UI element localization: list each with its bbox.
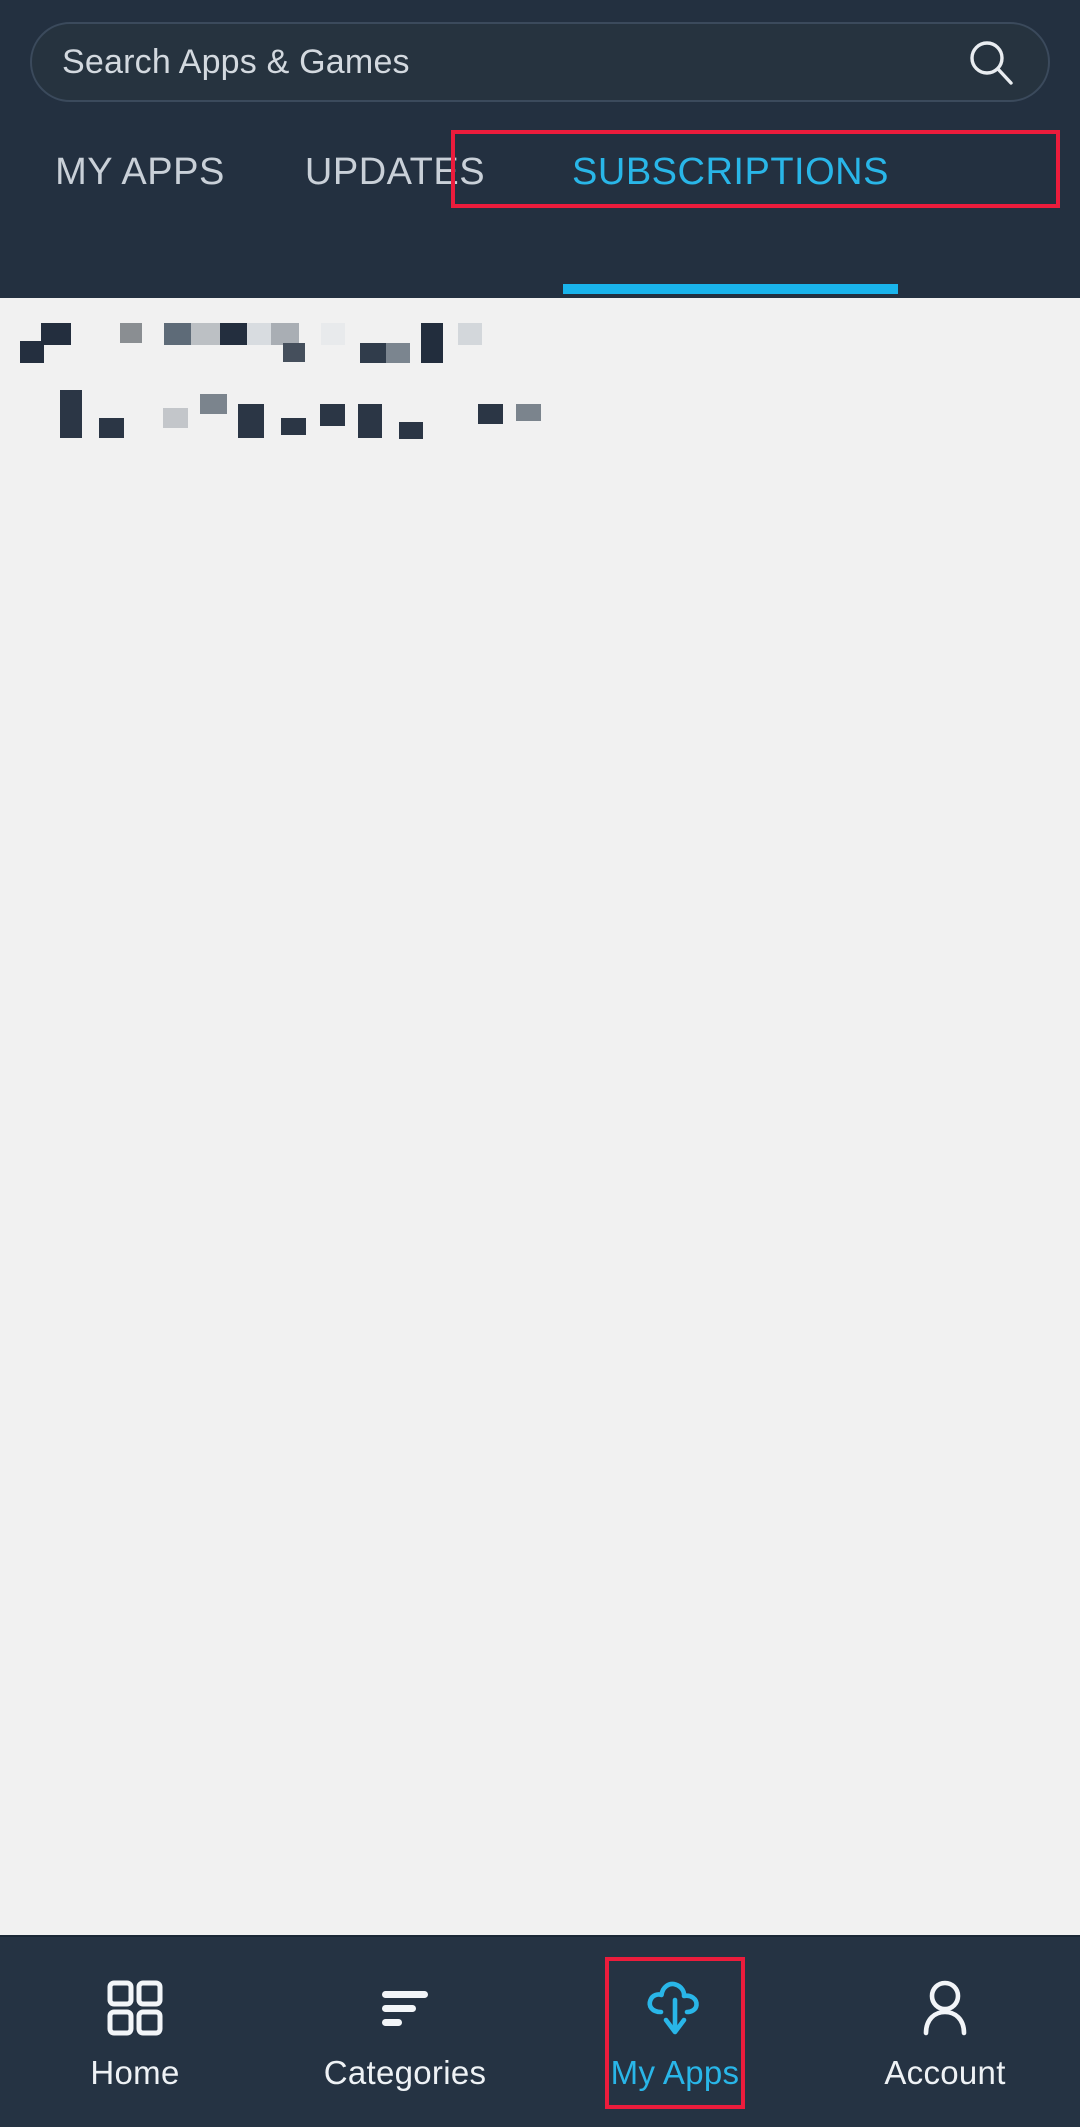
active-tab-indicator [563, 284, 898, 294]
search-pill[interactable] [30, 22, 1050, 102]
redacted-block [120, 323, 142, 343]
redacted-block [163, 408, 188, 428]
bottom-navigation: Home Categories My Apps Account [0, 1935, 1080, 2127]
redacted-block [200, 394, 227, 414]
nav-item-my-apps-label: My Apps [610, 2054, 740, 2091]
tab-subscriptions-label: SUBSCRIPTIONS [572, 150, 889, 193]
search-bar[interactable] [30, 22, 1050, 102]
redacted-block [41, 323, 71, 345]
list-lines-icon [374, 1972, 436, 2044]
nav-item-categories-label: Categories [323, 2054, 487, 2091]
redacted-block [320, 404, 345, 426]
tab-updates[interactable]: UPDATES [295, 128, 495, 216]
grid-icon [104, 1972, 166, 2044]
redacted-row [0, 390, 1080, 439]
redacted-block [478, 404, 503, 424]
nav-item-my-apps[interactable]: My Apps [540, 1937, 810, 2127]
redacted-block [386, 343, 410, 363]
nav-item-account-label: Account [884, 2054, 1006, 2091]
redacted-block [516, 404, 541, 421]
search-input[interactable] [32, 41, 948, 83]
redacted-block [99, 418, 124, 438]
app-header: MY APPS UPDATES SUBSCRIPTIONS [0, 0, 1080, 298]
redacted-block [191, 323, 220, 345]
tab-my-apps[interactable]: MY APPS [35, 128, 245, 216]
redacted-block [220, 323, 247, 345]
tab-my-apps-label: MY APPS [55, 150, 225, 193]
redacted-block [238, 404, 264, 438]
redacted-block [247, 323, 271, 345]
content-area [0, 298, 1080, 1935]
cloud-download-icon [641, 1972, 709, 2044]
redacted-block [281, 418, 306, 435]
redacted-block [458, 323, 482, 345]
redacted-block [360, 343, 386, 363]
tab-updates-label: UPDATES [304, 150, 486, 193]
app-root: MY APPS UPDATES SUBSCRIPTIONS [0, 0, 1080, 2127]
redacted-block [421, 323, 443, 363]
redacted-block [60, 390, 82, 438]
nav-item-home[interactable]: Home [0, 1937, 270, 2127]
search-icon[interactable] [948, 36, 1048, 88]
redacted-block [283, 343, 305, 362]
nav-item-home-label: Home [90, 2054, 180, 2091]
redacted-block [399, 422, 423, 439]
nav-item-categories[interactable]: Categories [270, 1937, 540, 2127]
tab-subscriptions[interactable]: SUBSCRIPTIONS [563, 128, 898, 294]
redacted-block [164, 323, 191, 345]
tab-bar: MY APPS UPDATES SUBSCRIPTIONS [0, 128, 1080, 298]
redacted-block [271, 323, 299, 345]
redacted-row [0, 323, 1080, 369]
person-icon [913, 1972, 977, 2044]
redacted-block [321, 323, 345, 345]
redacted-block [358, 404, 382, 438]
nav-item-account[interactable]: Account [810, 1937, 1080, 2127]
